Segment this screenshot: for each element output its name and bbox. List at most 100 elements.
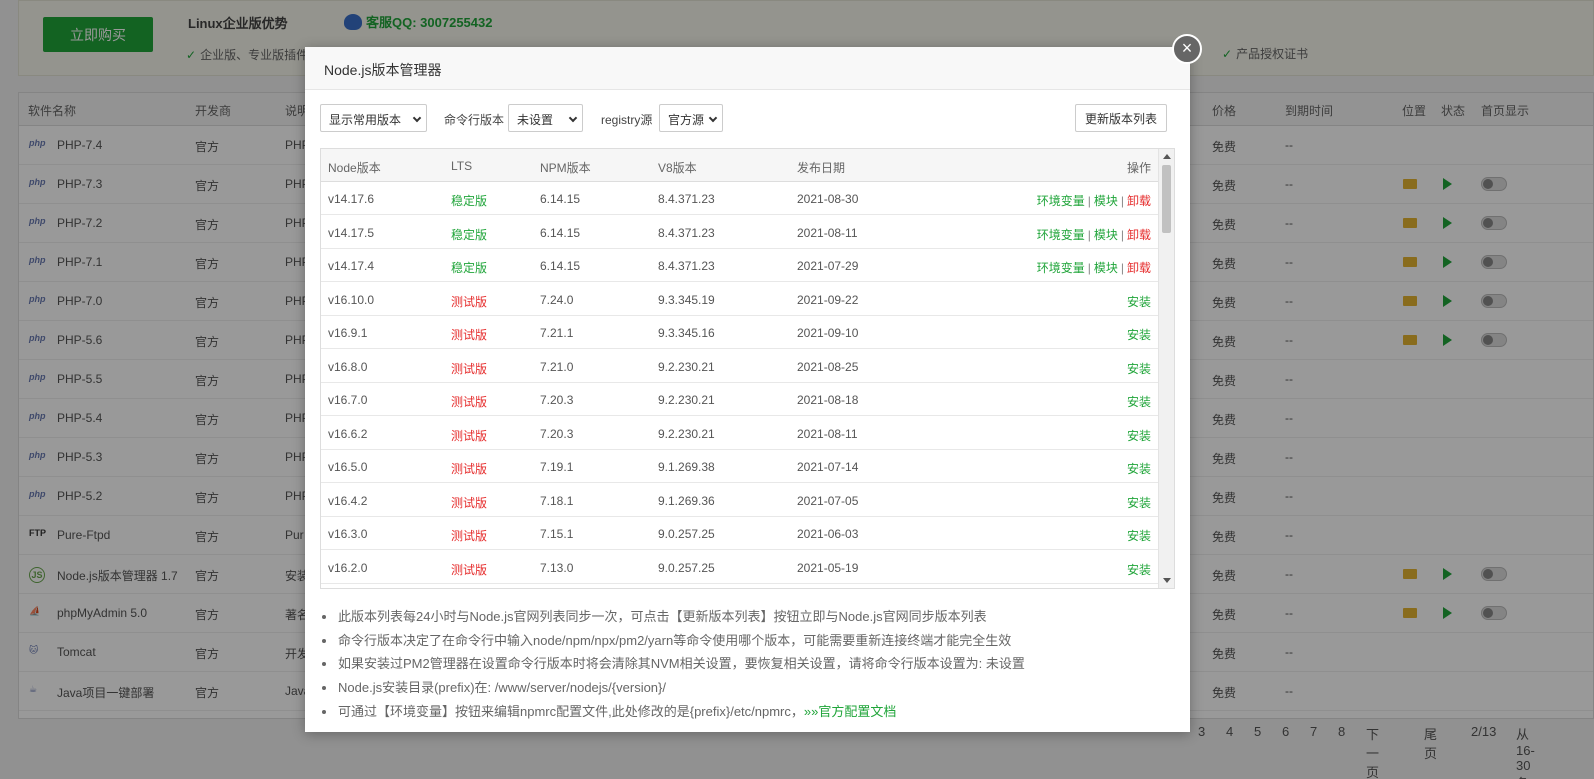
row-actions: 安装 bbox=[1127, 293, 1151, 310]
lts-badge: 测试版 bbox=[451, 294, 488, 309]
lts-badge: 测试版 bbox=[451, 495, 488, 510]
chevron-down-icon bbox=[412, 113, 422, 123]
uninstall-link[interactable]: 卸载 bbox=[1127, 261, 1151, 275]
node-version: v16.6.2 bbox=[328, 426, 368, 441]
cmd-version-label: 命令行版本 bbox=[444, 113, 505, 127]
install-link[interactable]: 安装 bbox=[1127, 529, 1151, 543]
row-actions: 环境变量 | 模块 | 卸载 bbox=[1037, 192, 1151, 209]
v8-version: 9.0.257.25 bbox=[658, 527, 715, 541]
node-version: v16.10.0 bbox=[328, 292, 375, 307]
registry-label: registry源 bbox=[601, 113, 653, 127]
install-link[interactable]: 安装 bbox=[1127, 362, 1151, 376]
node-version: v16.3.0 bbox=[328, 527, 368, 541]
version-filter-value: 显示常用版本 bbox=[329, 113, 402, 127]
row-actions: 安装 bbox=[1127, 427, 1151, 444]
version-row: v14.17.5 稳定版 6.14.15 8.4.371.23 2021-08-11 环境… bbox=[321, 216, 1159, 249]
lts-badge: 稳定版 bbox=[451, 261, 488, 275]
separator: | bbox=[1120, 227, 1124, 242]
version-table-header: Node版本 LTS NPM版本 V8版本 发布日期 操作 bbox=[321, 149, 1159, 182]
cmd-version-value: 未设置 bbox=[517, 113, 554, 127]
separator: | bbox=[1087, 261, 1091, 275]
close-icon[interactable]: × bbox=[1172, 34, 1202, 64]
node-version: v16.8.0 bbox=[328, 359, 368, 374]
release-date: 2021-08-11 bbox=[797, 225, 858, 240]
registry-value: 官方源 bbox=[668, 113, 705, 127]
row-actions: 安装 bbox=[1127, 460, 1151, 477]
node-version: v16.5.0 bbox=[328, 460, 368, 474]
v8-version: 9.2.230.21 bbox=[658, 359, 715, 374]
env-vars-link[interactable]: 环境变量 bbox=[1037, 228, 1085, 242]
chevron-down-icon bbox=[568, 113, 578, 123]
scroll-down-icon[interactable] bbox=[1163, 578, 1171, 583]
nodejs-manager-dialog: Node.js版本管理器 显示常用版本 命令行版本 未设置 registry源 … bbox=[305, 47, 1190, 732]
install-link[interactable]: 安装 bbox=[1127, 496, 1151, 510]
row-actions: 安装 bbox=[1127, 360, 1151, 377]
uninstall-link[interactable]: 卸载 bbox=[1127, 194, 1151, 208]
npm-version: 7.15.1 bbox=[540, 527, 574, 541]
help-notes: 此版本列表每24小时与Node.js官网列表同步一次，可点击【更新版本列表】按钮… bbox=[320, 605, 1180, 723]
lts-badge: 测试版 bbox=[451, 462, 488, 476]
npm-version: 7.20.3 bbox=[540, 393, 574, 407]
v8-version: 9.1.269.38 bbox=[658, 460, 715, 474]
version-filter-select[interactable]: 显示常用版本 bbox=[320, 104, 427, 132]
install-link[interactable]: 安装 bbox=[1127, 395, 1151, 409]
npm-version: 7.13.0 bbox=[540, 560, 574, 575]
install-link[interactable]: 安装 bbox=[1127, 328, 1151, 342]
scroll-thumb[interactable] bbox=[1162, 165, 1171, 233]
note-item: 如果安装过PM2管理器在设置命令行版本时将会清除其NVM相关设置，要恢复相关设置… bbox=[320, 652, 1180, 676]
separator: | bbox=[1087, 194, 1091, 208]
install-link[interactable]: 安装 bbox=[1127, 429, 1151, 443]
col-lts: LTS bbox=[451, 159, 473, 173]
install-link[interactable]: 安装 bbox=[1127, 295, 1151, 309]
row-actions: 安装 bbox=[1127, 494, 1151, 511]
dialog-title: Node.js版本管理器 bbox=[305, 47, 1190, 90]
npm-version: 6.14.15 bbox=[540, 259, 581, 273]
npm-version: 6.14.15 bbox=[540, 192, 581, 206]
registry-select[interactable]: 官方源 bbox=[659, 104, 723, 132]
scroll-up-icon[interactable] bbox=[1163, 154, 1171, 159]
col-release-date: 发布日期 bbox=[797, 161, 846, 175]
version-row: v16.7.0 测试版 7.20.3 9.2.230.21 2021-08-18 安装 bbox=[321, 383, 1159, 416]
install-link[interactable]: 安装 bbox=[1127, 563, 1151, 577]
modules-link[interactable]: 模块 bbox=[1094, 228, 1118, 242]
row-actions: 环境变量 | 模块 | 卸载 bbox=[1037, 226, 1151, 243]
note-item: 可通过【环境变量】按钮来编辑npmrc配置文件,此处修改的是{prefix}/e… bbox=[320, 700, 1180, 724]
node-version: v14.17.6 bbox=[328, 192, 375, 206]
row-actions: 安装 bbox=[1127, 561, 1151, 578]
release-date: 2021-07-14 bbox=[797, 460, 859, 474]
version-table-scrollbar[interactable] bbox=[1158, 149, 1174, 588]
v8-version: 9.2.230.21 bbox=[658, 393, 715, 407]
npm-version: 7.21.0 bbox=[540, 359, 574, 374]
config-doc-link[interactable]: »»官方配置文档 bbox=[804, 704, 896, 719]
version-row: v14.17.4 稳定版 6.14.15 8.4.371.23 2021-07-29 环境… bbox=[321, 249, 1159, 282]
lts-badge: 测试版 bbox=[451, 395, 488, 409]
row-actions: 环境变量 | 模块 | 卸载 bbox=[1037, 259, 1151, 276]
env-vars-link[interactable]: 环境变量 bbox=[1037, 194, 1085, 208]
separator: | bbox=[1120, 261, 1124, 275]
version-row: v16.5.0 测试版 7.19.1 9.1.269.38 2021-07-14 安装 bbox=[321, 450, 1159, 483]
release-date: 2021-08-11 bbox=[797, 426, 858, 441]
modules-link[interactable]: 模块 bbox=[1094, 261, 1118, 275]
version-row: v16.4.2 测试版 7.18.1 9.1.269.36 2021-07-05 安装 bbox=[321, 484, 1159, 517]
release-date: 2021-05-19 bbox=[797, 560, 859, 575]
release-date: 2021-08-18 bbox=[797, 393, 859, 407]
v8-version: 9.2.230.21 bbox=[658, 426, 715, 441]
note-item: Node.js安装目录(prefix)在: /www/server/nodejs… bbox=[320, 676, 1180, 700]
node-version: v14.17.4 bbox=[328, 259, 375, 273]
cmd-version-select[interactable]: 未设置 bbox=[508, 104, 583, 132]
version-row: v16.8.0 测试版 7.21.0 9.2.230.21 2021-08-25 安装 bbox=[321, 350, 1159, 383]
row-actions: 安装 bbox=[1127, 527, 1151, 544]
node-version: v16.2.0 bbox=[328, 560, 368, 575]
npm-version: 7.20.3 bbox=[540, 426, 574, 441]
release-date: 2021-08-30 bbox=[797, 192, 859, 206]
env-vars-link[interactable]: 环境变量 bbox=[1037, 261, 1085, 275]
version-row: v16.9.1 测试版 7.21.1 9.3.345.16 2021-09-10 安装 bbox=[321, 316, 1159, 349]
v8-version: 8.4.371.23 bbox=[658, 225, 715, 240]
modules-link[interactable]: 模块 bbox=[1094, 194, 1118, 208]
node-version-table: Node版本 LTS NPM版本 V8版本 发布日期 操作 v14.17.6 稳定… bbox=[320, 148, 1175, 589]
refresh-version-list-button[interactable]: 更新版本列表 bbox=[1075, 104, 1167, 132]
version-row: v16.6.2 测试版 7.20.3 9.2.230.21 2021-08-11 安装 bbox=[321, 417, 1159, 450]
install-link[interactable]: 安装 bbox=[1127, 462, 1151, 476]
npm-version: 7.21.1 bbox=[540, 326, 574, 340]
uninstall-link[interactable]: 卸载 bbox=[1127, 228, 1151, 242]
